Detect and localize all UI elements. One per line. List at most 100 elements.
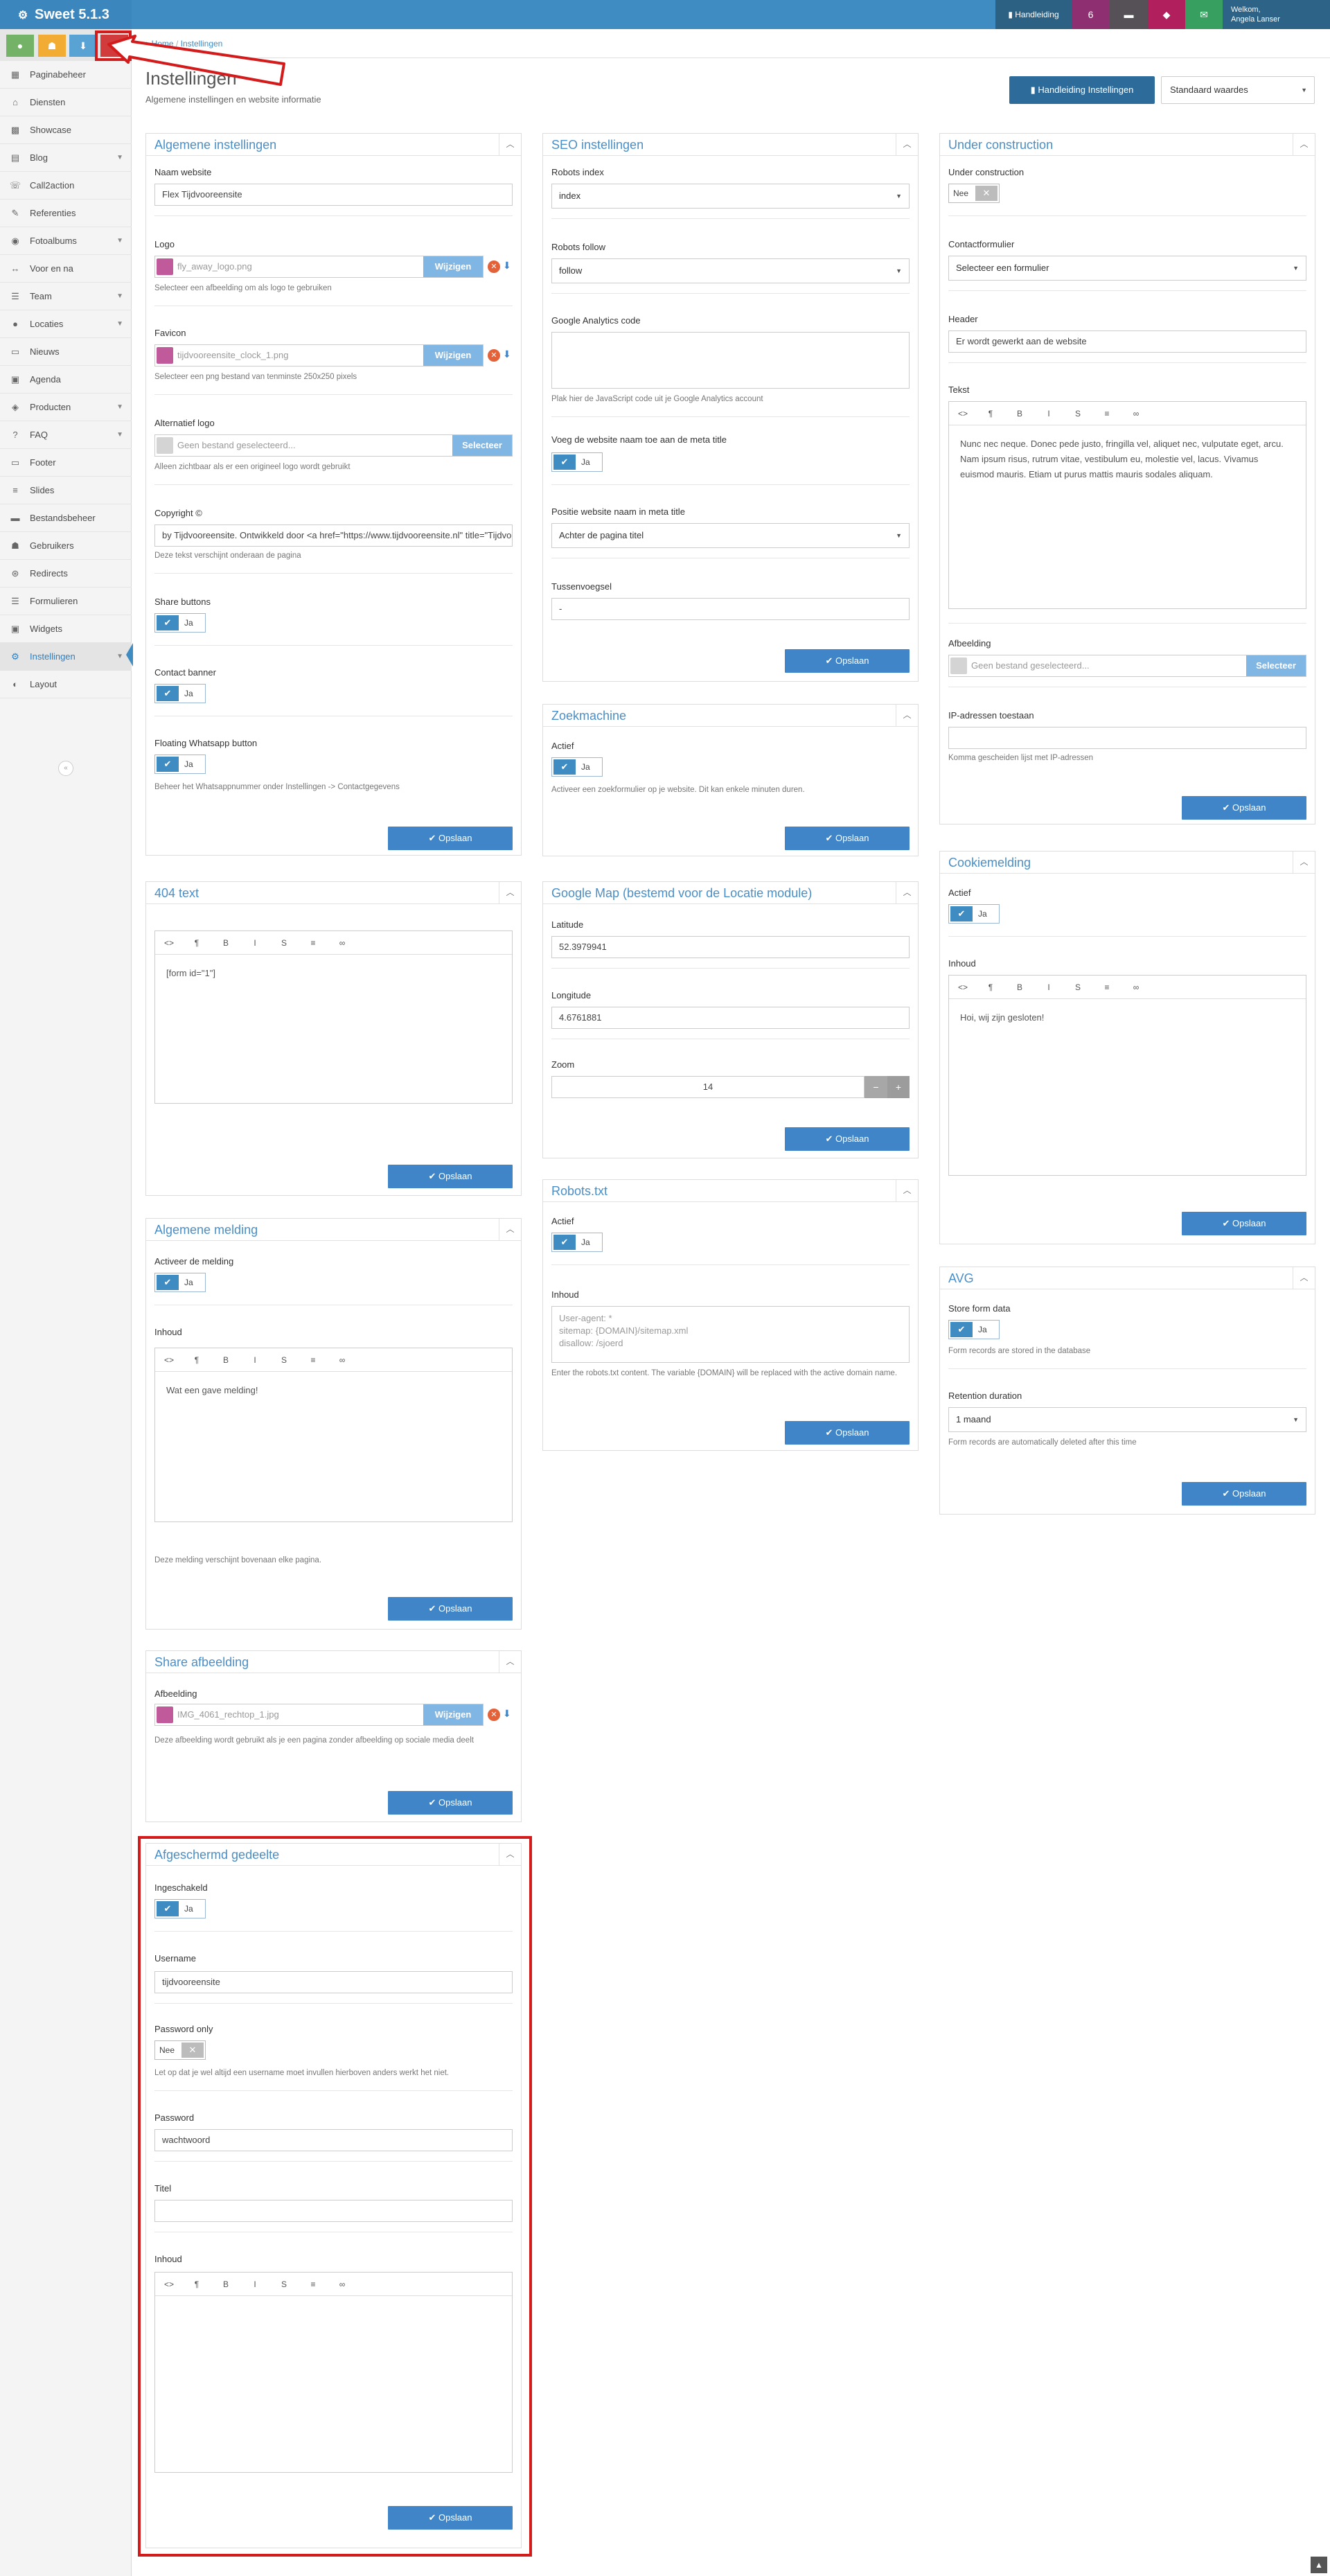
breadcrumb-home[interactable]: Home [152,39,174,48]
username-field[interactable]: tijdvooreensite [154,1971,513,1993]
chevron-up-icon[interactable]: ︿ [499,882,521,903]
position-select[interactable]: Achter de pagina titel ▼ [551,523,910,548]
download-icon[interactable]: ⬇ [503,349,511,360]
download-icon[interactable]: ⬇ [503,1708,511,1720]
sidebar-item-slides[interactable]: ≡ Slides [0,477,132,504]
chevron-up-icon[interactable]: ︿ [896,705,918,726]
paragraph-icon[interactable]: ¶ [977,976,1004,999]
italic-icon[interactable]: I [1035,402,1063,425]
password-only-toggle[interactable]: Nee ✕ [154,2040,206,2060]
copyright-field[interactable]: by Tijdvooreensite. Ontwikkeld door <a h… [154,524,513,547]
save-button[interactable]: ✔ Opslaan [388,1597,513,1621]
list-icon[interactable]: ≡ [1093,976,1121,999]
user-quick-button[interactable]: ☗ [38,35,66,57]
sidebar-item-fotoalbums[interactable]: ◉ Fotoalbums ▼ [0,227,132,255]
save-button[interactable]: ✔ Opslaan [1182,796,1306,820]
editor-content[interactable]: [form id="1"] [155,955,512,992]
chevron-up-icon[interactable]: ︿ [499,1651,521,1673]
paragraph-icon[interactable]: ¶ [977,402,1004,425]
sidebar-item-agenda[interactable]: ▣ Agenda [0,366,132,394]
paragraph-icon[interactable]: ¶ [183,1348,211,1372]
user-menu[interactable]: Welkom, Angela Lanser [1223,0,1330,29]
sidebar-item-locaties[interactable]: ● Locaties ▼ [0,310,132,338]
plus-icon[interactable]: + [887,1076,910,1098]
sidebar-collapse-toggle[interactable]: « [58,761,73,776]
logo-change-button[interactable]: Wijzigen [423,256,483,277]
construction-text-editor[interactable]: <> ¶ B I S ≡ ∞ Nunc nec neque. Donec pede just… [948,401,1306,609]
logo-file-field[interactable]: fly_away_logo.png Wijzigen [154,256,484,278]
italic-icon[interactable]: I [241,931,269,955]
under-construction-toggle[interactable]: Nee ✕ [948,184,1000,203]
sidebar-item-paginabeheer[interactable]: ▦ Paginabeheer [0,61,132,89]
sidebar-item-widgets[interactable]: ▣ Widgets [0,615,132,643]
cookie-editor[interactable]: <> ¶ B I S ≡ ∞ Hoi, wij zijn gesloten! [948,975,1306,1176]
chevron-up-icon[interactable]: ︿ [896,134,918,155]
scroll-to-top-button[interactable]: ▲ [1311,2557,1327,2573]
remove-icon[interactable]: ✕ [488,261,500,273]
title-field[interactable] [154,2200,513,2222]
enabled-toggle[interactable]: ✔ Ja [154,1899,206,1918]
italic-icon[interactable]: I [1035,976,1063,999]
bold-icon[interactable]: B [212,2273,240,2296]
meta-title-toggle[interactable]: ✔ Ja [551,452,603,472]
bold-icon[interactable]: B [212,1348,240,1372]
defaults-select[interactable]: Standaard waardes ▼ [1161,76,1315,104]
link-icon[interactable]: ∞ [328,2273,356,2296]
diamond-button[interactable]: ◆ [1148,0,1185,29]
minus-icon[interactable]: − [864,1076,887,1098]
location-quick-button[interactable]: ● [6,35,34,57]
latitude-field[interactable]: 52.3979941 [551,936,910,958]
share-image-change-button[interactable]: Wijzigen [423,1704,483,1725]
save-button[interactable]: ✔ Opslaan [785,1127,910,1151]
sidebar-item-formulieren[interactable]: ☰ Formulieren [0,588,132,615]
chevron-up-icon[interactable]: ︿ [499,1219,521,1240]
link-icon[interactable]: ∞ [1122,976,1150,999]
sidebar-item-faq[interactable]: ? FAQ ▼ [0,421,132,449]
sidebar-item-team[interactable]: ☰ Team ▼ [0,283,132,310]
sidebar-item-layout[interactable]: ◐ Layout [0,671,132,698]
save-button[interactable]: ✔ Opslaan [785,649,910,673]
download-icon[interactable]: ⬇ [503,260,511,272]
paragraph-icon[interactable]: ¶ [183,2273,211,2296]
separator-field[interactable]: - [551,598,910,620]
contact-banner-toggle[interactable]: ✔ Ja [154,684,206,703]
editor-content[interactable] [155,2296,512,2318]
manual-button[interactable]: ▮ Handleiding [995,0,1072,29]
download-quick-button[interactable]: ⬇ [69,35,97,57]
editor-content[interactable]: Wat een gave melding! [155,1372,512,1409]
save-button[interactable]: ✔ Opslaan [785,827,910,850]
favicon-file-field[interactable]: tijdvooreensite_clock_1.png Wijzigen [154,344,484,367]
paragraph-icon[interactable]: ¶ [183,931,211,955]
save-button[interactable]: ✔ Opslaan [785,1421,910,1445]
breadcrumb-current[interactable]: Instellingen [181,39,223,48]
robots-index-select[interactable]: index ▼ [551,184,910,209]
manual-settings-button[interactable]: ▮ Handleiding Instellingen [1009,76,1155,104]
save-button[interactable]: ✔ Opslaan [388,827,513,850]
inbox-button[interactable]: ▬ [1110,0,1148,29]
sidebar-item-producten[interactable]: ◈ Producten ▼ [0,394,132,421]
bold-icon[interactable]: B [1006,402,1034,425]
save-button[interactable]: ✔ Opslaan [388,1165,513,1188]
chevron-up-icon[interactable]: ︿ [499,134,521,155]
chevron-up-icon[interactable]: ︿ [499,1844,521,1865]
zoom-field[interactable]: 14 [551,1076,864,1098]
app-brand[interactable]: ⚙ Sweet 5.1.3 [0,0,132,29]
chevron-up-icon[interactable]: ︿ [1293,1267,1315,1289]
robots-active-toggle[interactable]: ✔ Ja [551,1233,603,1252]
notifications-badge[interactable]: 6 [1072,0,1110,29]
sidebar-item-gebruikers[interactable]: ☗ Gebruikers [0,532,132,560]
melding-editor[interactable]: <> ¶ B I S ≡ ∞ Wat een gave melding! [154,1348,513,1522]
code-view-icon[interactable]: <> [949,976,977,999]
alt-logo-file-field[interactable]: Geen bestand geselecteerd... Selecteer [154,434,513,457]
sidebar-item-nieuws[interactable]: ▭ Nieuws [0,338,132,366]
strikethrough-icon[interactable]: S [1064,402,1092,425]
sidebar-item-voor-en-na[interactable]: ↔ Voor en na [0,255,132,283]
alt-logo-select-button[interactable]: Selecteer [452,435,512,456]
link-icon[interactable]: ∞ [328,1348,356,1372]
site-name-field[interactable]: Flex Tijdvooreensite [154,184,513,206]
protected-editor[interactable]: <> ¶ B I S ≡ ∞ [154,2272,513,2473]
bold-icon[interactable]: B [212,931,240,955]
password-field[interactable]: wachtwoord [154,2129,513,2151]
whatsapp-toggle[interactable]: ✔ Ja [154,755,206,774]
italic-icon[interactable]: I [241,1348,269,1372]
